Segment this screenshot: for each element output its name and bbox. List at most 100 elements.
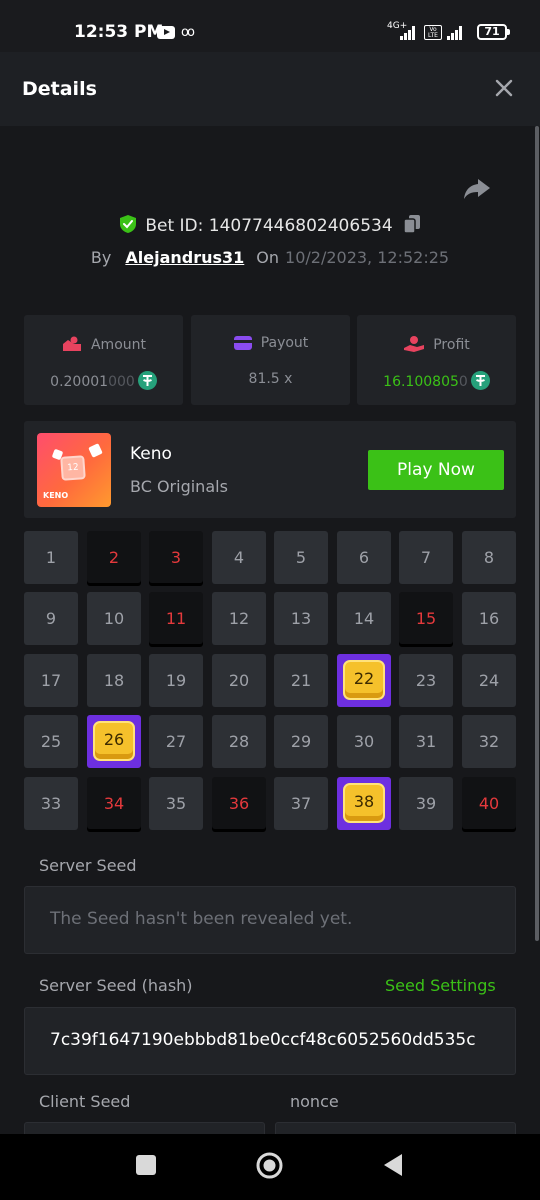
keno-cell: 12 (212, 592, 266, 645)
game-name[interactable]: Keno (130, 444, 172, 464)
amount-label: Amount (90, 337, 146, 353)
keno-cell: 5 (274, 531, 328, 584)
recents-icon[interactable] (135, 1154, 157, 1176)
keno-cell: 24 (462, 654, 516, 707)
signal-icon-2 (447, 26, 462, 40)
cell-number: 3 (170, 548, 182, 567)
server-seed-hash-field[interactable]: 7c39f1647190ebbbd81be0ccf48c6052560dd535… (24, 1007, 516, 1075)
keno-cell-miss: 40 (462, 777, 516, 829)
keno-cell-hit: 22 (337, 654, 391, 707)
keno-cell-miss: 11 (149, 592, 203, 644)
keno-thumbnail[interactable]: 12 KENO (37, 433, 111, 507)
keno-cell-miss: 3 (149, 531, 203, 583)
keno-logo-text: KENO (43, 491, 69, 500)
keno-cell: 9 (24, 592, 78, 645)
payout-value: 81.5 x (248, 371, 293, 387)
cell-number: 17 (40, 671, 62, 690)
server-seed-field: The Seed hasn't been revealed yet. (24, 886, 516, 954)
keno-cell-hit: 26 (87, 715, 141, 768)
keno-cell: 14 (337, 592, 391, 645)
signal-icon (400, 26, 415, 40)
amount-value: 0.20001 (50, 374, 109, 390)
bet-date: 10/2/2023, 12:52:25 (285, 248, 450, 267)
amount-value-faint: 000 (108, 374, 135, 390)
keno-cell: 21 (274, 654, 328, 707)
share-icon[interactable] (463, 177, 491, 201)
status-bar: 12:53 PM oo 4G+ Vo LTE 71 (0, 0, 540, 52)
amount-icon (62, 336, 81, 351)
cell-number: 32 (478, 732, 500, 751)
cell-number: 37 (290, 794, 312, 813)
cell-number: 16 (478, 609, 500, 628)
profit-value: 16.100805 (383, 374, 459, 390)
amount-card: Amount 0.20001000 (24, 315, 183, 405)
keno-cell-miss: 34 (87, 777, 141, 829)
keno-cell: 10 (87, 592, 141, 645)
profit-card: Profit 16.1008050 (357, 315, 516, 405)
cell-number: 23 (415, 671, 437, 690)
game-provider: BC Originals (130, 477, 228, 496)
cell-number: 10 (103, 609, 125, 628)
keno-cell: 6 (337, 531, 391, 584)
cell-number: 18 (103, 671, 125, 690)
nonce-label: nonce (290, 1092, 339, 1111)
keno-cell-miss: 15 (399, 592, 453, 644)
keno-cell: 23 (399, 654, 453, 707)
keno-cell: 20 (212, 654, 266, 707)
cell-number: 19 (165, 671, 187, 690)
cell-number: 40 (478, 794, 500, 813)
keno-cell: 16 (462, 592, 516, 645)
usdt-icon (137, 371, 157, 390)
keno-cell: 35 (149, 777, 203, 830)
seed-settings-link[interactable]: Seed Settings (385, 976, 496, 995)
by-label: By (90, 248, 112, 267)
cell-number: 12 (228, 609, 250, 628)
cell-number: 2 (108, 548, 120, 567)
play-now-button[interactable]: Play Now (368, 450, 504, 490)
server-seed-hash-value: 7c39f1647190ebbbd81be0ccf48c6052560dd535… (50, 1030, 476, 1050)
close-icon[interactable] (492, 76, 516, 100)
keno-cell: 28 (212, 715, 266, 768)
gem-number: 22 (343, 660, 385, 700)
home-icon[interactable] (255, 1151, 284, 1180)
back-icon[interactable] (383, 1153, 403, 1177)
server-seed-value: The Seed hasn't been revealed yet. (50, 909, 353, 929)
cell-number: 29 (290, 732, 312, 751)
usdt-icon (470, 371, 490, 390)
youtube-icon (157, 26, 175, 39)
keno-cell: 17 (24, 654, 78, 707)
cell-number: 30 (353, 732, 375, 751)
payout-card: Payout 81.5 x (191, 315, 350, 405)
battery-icon: 71 (477, 24, 510, 40)
cell-number: 39 (415, 794, 437, 813)
gem-number: 26 (93, 721, 135, 761)
android-nav-bar (0, 1134, 540, 1200)
keno-cell: 39 (399, 777, 453, 830)
bet-id: Bet ID: 14077446802406534 (145, 216, 393, 236)
wallet-icon (233, 336, 252, 350)
cell-number: 36 (228, 794, 250, 813)
cell-number: 15 (415, 609, 437, 628)
cell-number: 21 (290, 671, 312, 690)
on-label: On (256, 248, 280, 267)
page-title: Details (22, 78, 97, 100)
keno-cell: 1 (24, 531, 78, 584)
client-seed-label: Client Seed (39, 1092, 131, 1111)
cell-number: 9 (45, 609, 57, 628)
keno-cell: 13 (274, 592, 328, 645)
cell-number: 8 (483, 548, 495, 567)
username-link[interactable]: Alejandrus31 (125, 248, 244, 267)
cell-number: 4 (233, 548, 245, 567)
keno-cell: 25 (24, 715, 78, 768)
cell-number: 7 (420, 548, 432, 567)
cell-number: 13 (290, 609, 312, 628)
keno-cell: 4 (212, 531, 266, 584)
copy-icon[interactable] (402, 214, 421, 234)
keno-cell: 19 (149, 654, 203, 707)
cell-number: 25 (40, 732, 62, 751)
keno-cell: 37 (274, 777, 328, 830)
server-seed-hash-label: Server Seed (hash) (39, 976, 193, 995)
cell-number: 31 (415, 732, 437, 751)
profit-value-faint: 0 (458, 374, 468, 390)
keno-cell: 27 (149, 715, 203, 768)
